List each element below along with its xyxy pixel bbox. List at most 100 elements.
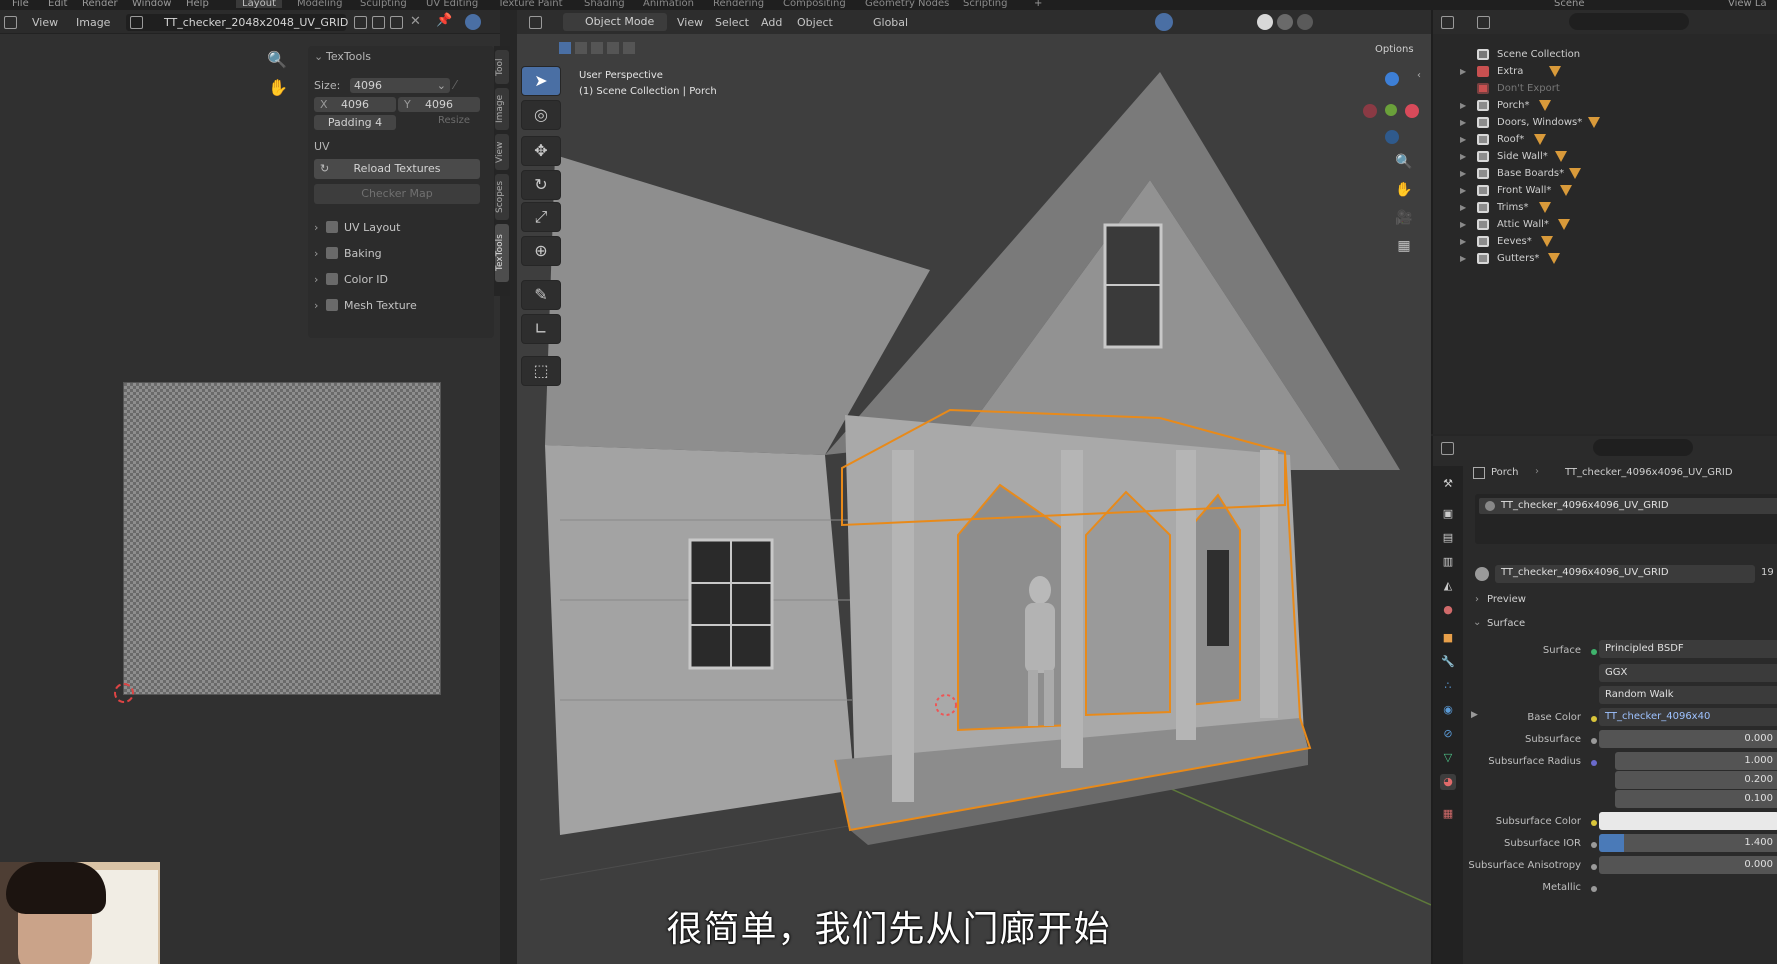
material-tab-icon[interactable]: ◕ [1440,774,1456,790]
tab-view[interactable]: View [495,134,509,170]
particles-tab-icon[interactable]: ∴ [1440,678,1456,694]
workspace-tab-compositing[interactable]: Compositing [783,0,846,9]
material-name-field[interactable]: TT_checker_4096x4096_UV_GRID [1495,565,1755,583]
physics-tab-icon[interactable]: ◉ [1440,702,1456,718]
x-size-field[interactable]: X 4096 [314,97,396,112]
move-tool-icon[interactable]: ✥ [521,136,561,166]
pan-hand-icon[interactable]: ✋ [268,78,288,97]
preview-panel-header[interactable]: › Preview [1473,592,1773,610]
data-tab-icon[interactable]: ▽ [1440,750,1456,766]
unlink-icon[interactable]: ✕ [410,14,421,29]
select-extend-icon[interactable] [575,42,587,54]
expand-arrow-icon[interactable]: ▶ [1460,249,1466,268]
material-user-count[interactable]: 19 [1761,567,1774,578]
display-mode-icon[interactable] [1477,16,1490,29]
uv-2d-cursor-icon[interactable] [114,683,134,703]
uv-menu-image[interactable]: Image [76,16,110,29]
menu-render[interactable]: Render [82,0,118,9]
scene-selector[interactable]: Scene [1554,0,1585,9]
section-color-id[interactable]: › Color ID [314,270,484,290]
ortho-grid-icon[interactable]: ▦ [1392,234,1416,258]
object-tab-icon[interactable]: ■ [1440,630,1456,646]
material-shading-icon[interactable] [1277,14,1293,30]
select-box-icon[interactable]: ➤ [521,66,561,96]
workspace-tab-layout[interactable]: Layout [236,0,282,9]
zoom-icon[interactable]: 🔍 [267,50,287,69]
transform-tool-icon[interactable]: ⊕ [521,236,561,266]
subsurface-anisotropy-field[interactable]: 0.000 [1599,856,1777,874]
selection-mode-buttons[interactable] [557,40,647,56]
select-invert-icon[interactable] [607,42,619,54]
tab-scopes[interactable]: Scopes [495,174,509,220]
properties-editor-icon[interactable] [1441,442,1454,455]
overlay-toggle-icon[interactable] [465,14,481,30]
outliner-editor-icon[interactable] [1441,16,1454,29]
mode-selector[interactable]: Object Mode [563,13,667,31]
image-browser[interactable]: TT_checker_2048x2048_UV_GRID [126,14,348,31]
pan-hand-icon[interactable]: ✋ [1392,178,1416,202]
render-tab-icon[interactable]: ▣ [1440,506,1456,522]
menu-window[interactable]: Window [132,0,171,9]
sidebar-toggle-icon[interactable]: ‹ [1417,70,1421,81]
subsurface-ior-field[interactable]: 1.400 [1599,834,1777,852]
y-size-field[interactable]: Y 4096 [398,97,480,112]
uv-checker-image[interactable] [123,382,441,695]
vp-menu-object[interactable]: Object [797,16,833,29]
uv-menu-view[interactable]: View [32,16,58,29]
tab-image[interactable]: Image [495,88,509,130]
base-color-texture[interactable]: TT_checker_4096x40 [1599,708,1777,726]
eyedropper-icon[interactable]: ⁄ [454,78,456,92]
workspace-tab-animation[interactable]: Animation [643,0,694,9]
breadcrumb-material[interactable]: TT_checker_4096x4096_UV_GRID [1565,467,1733,478]
subsurface-radius-y[interactable]: 0.200 [1615,771,1777,789]
vp-menu-view[interactable]: View [677,16,703,29]
cursor-tool-icon[interactable]: ◎ [521,100,561,130]
padding-field[interactable]: Padding 4 [314,115,396,130]
world-tab-icon[interactable]: ● [1440,602,1456,618]
menu-help[interactable]: Help [186,0,209,9]
menu-edit[interactable]: Edit [48,0,67,9]
outliner-item-gutters[interactable]: ▶ Gutters* [1433,249,1777,268]
checker-map-button[interactable]: Checker Map [314,184,480,204]
outliner-search-input[interactable] [1569,13,1689,30]
neg-z-axis-icon[interactable] [1385,130,1399,144]
scale-tool-icon[interactable]: ⤢ [521,202,561,232]
workspace-tab-geometry-nodes[interactable]: Geometry Nodes [865,0,949,9]
subsurface-method-dropdown[interactable]: Random Walk [1599,686,1777,704]
workspace-tab-modeling[interactable]: Modeling [297,0,343,9]
subsurface-field[interactable]: 0.000 [1599,730,1777,748]
workspace-tab-scripting[interactable]: Scripting [963,0,1007,9]
workspace-tab-rendering[interactable]: Rendering [713,0,764,9]
scene-tab-icon[interactable]: ◭ [1440,578,1456,594]
menu-file[interactable]: File [12,0,29,9]
tool-tab-icon[interactable]: ⚒ [1440,476,1456,492]
options-dropdown[interactable]: Options [1375,44,1414,55]
vp-menu-select[interactable]: Select [715,16,749,29]
select-subtract-icon[interactable] [591,42,603,54]
surface-shader-selector[interactable]: Principled BSDF [1599,640,1777,658]
workspace-tab-sculpting[interactable]: Sculpting [360,0,407,9]
3d-viewport[interactable]: Object Mode View Select Add Object Globa… [517,10,1431,964]
gizmo-toggle-icon[interactable] [1155,13,1173,31]
workspace-tab-texture-paint[interactable]: Texture Paint [498,0,563,9]
tab-textools[interactable]: TexTools [495,224,509,282]
neg-x-axis-icon[interactable] [1363,104,1377,118]
modifier-tab-icon[interactable]: 🔧 [1440,654,1456,670]
material-slot-list[interactable]: TT_checker_4096x4096_UV_GRID [1475,494,1777,544]
view-layer-tab-icon[interactable]: ▥ [1440,554,1456,570]
select-intersect-icon[interactable] [623,42,635,54]
size-dropdown[interactable]: 4096 ⌄ [350,78,450,93]
camera-view-icon[interactable]: 🎥 [1392,206,1416,230]
annotate-tool-icon[interactable]: ✎ [521,280,561,310]
pin-icon[interactable]: 📌 [436,13,452,28]
transform-orientation[interactable]: Global [873,16,908,29]
editor-type-icon[interactable] [529,16,542,29]
subsurface-radius-z[interactable]: 0.100 [1615,790,1777,808]
y-axis-icon[interactable] [1385,104,1397,116]
view-layer-selector[interactable]: View La [1728,0,1767,9]
distribution-dropdown[interactable]: GGX [1599,664,1777,682]
editor-type-icon[interactable] [4,16,17,29]
output-tab-icon[interactable]: ▤ [1440,530,1456,546]
section-baking[interactable]: › Baking [314,244,484,264]
workspace-tab-shading[interactable]: Shading [584,0,625,9]
